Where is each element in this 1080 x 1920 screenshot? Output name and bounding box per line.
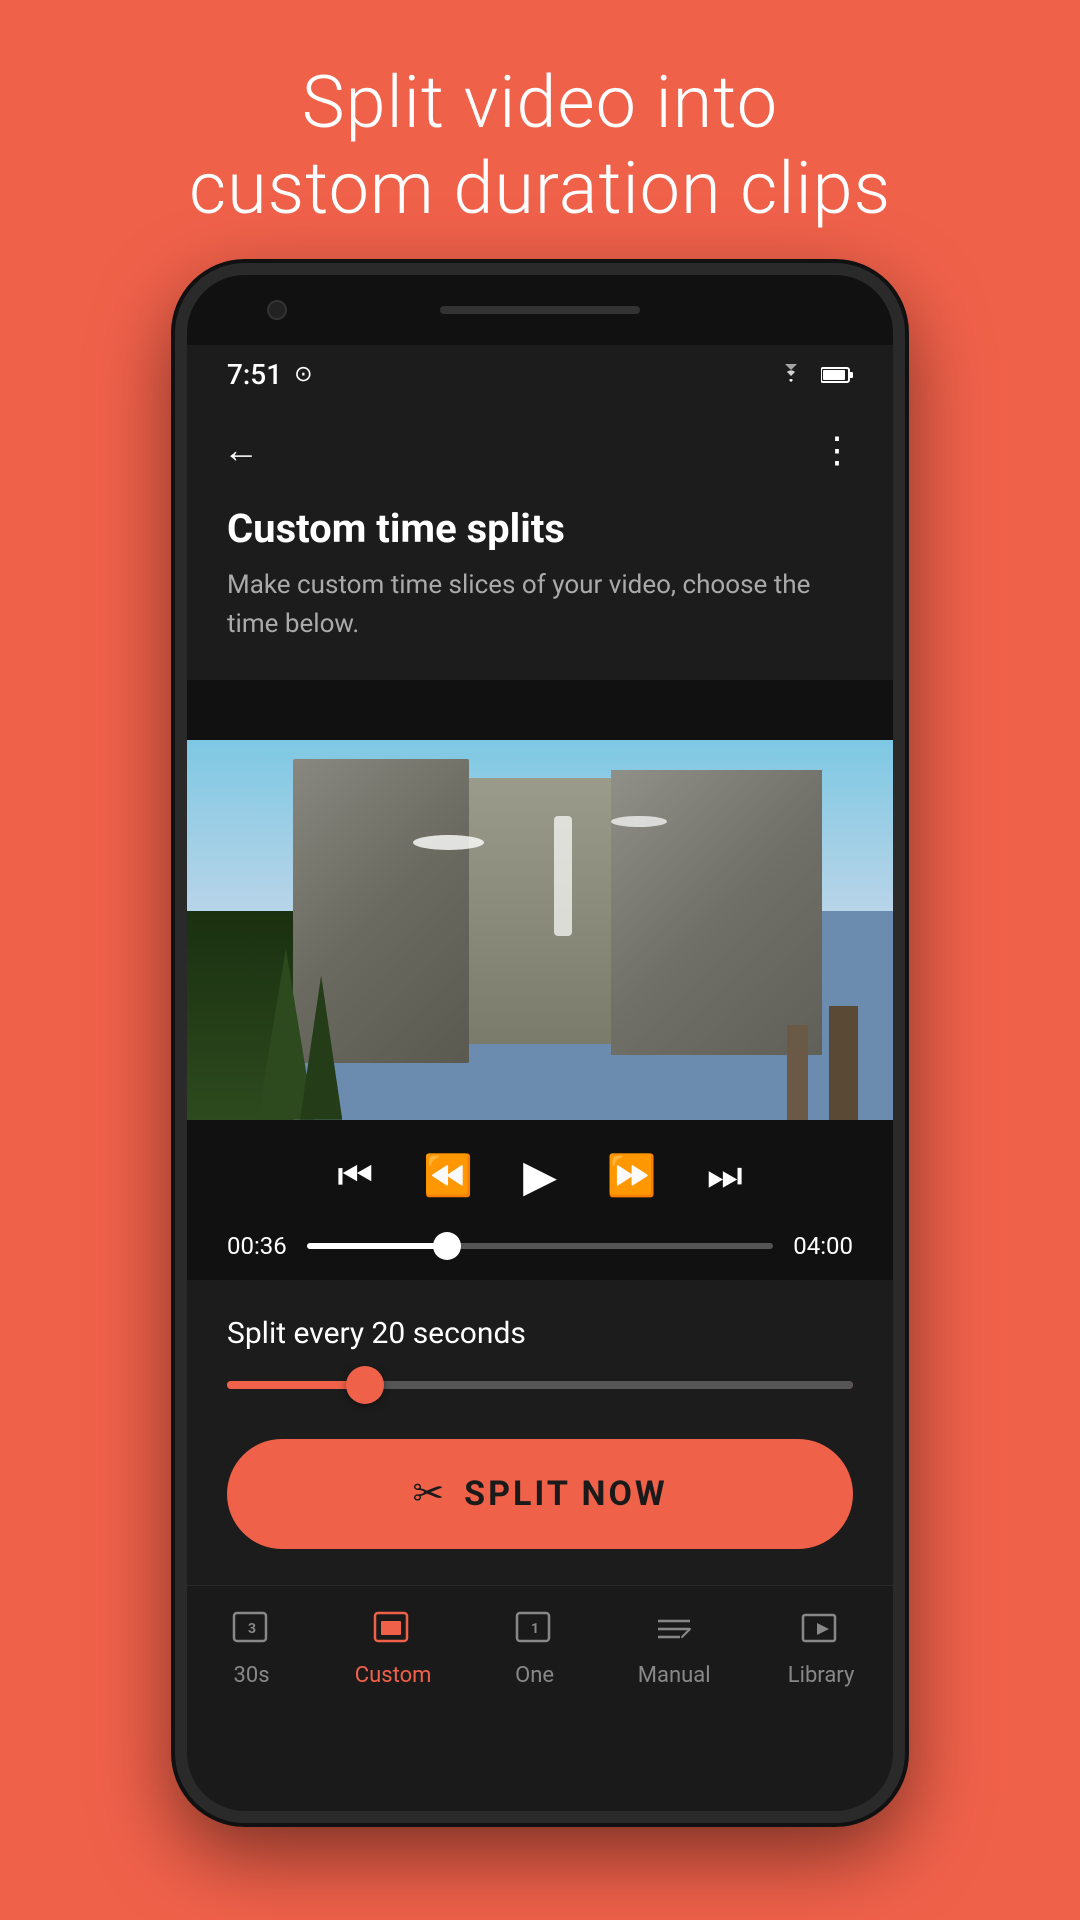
sync-icon: ⊙ xyxy=(294,362,312,387)
nav-icon-one: 1 xyxy=(509,1603,561,1655)
rewind-button[interactable]: ⏪ xyxy=(423,1152,473,1199)
wifi-icon xyxy=(775,364,807,386)
nav-item-manual[interactable]: Manual xyxy=(638,1603,711,1688)
battery-icon xyxy=(821,366,853,384)
split-label: Split every 20 seconds xyxy=(227,1316,853,1351)
video-area: ⏮ ⏪ ▶ ⏩ ⏭ 00:36 04:00 xyxy=(187,680,893,1280)
nav-item-custom[interactable]: Custom xyxy=(355,1603,432,1688)
nav-label-library: Library xyxy=(788,1663,855,1688)
nav-item-30s[interactable]: 3 30s xyxy=(226,1603,278,1688)
split-slider-thumb[interactable] xyxy=(346,1366,384,1404)
bottom-nav: 3 30s Custom 1 One xyxy=(187,1585,893,1715)
seek-progress xyxy=(307,1243,447,1249)
playback-buttons: ⏮ ⏪ ▶ ⏩ ⏭ xyxy=(227,1150,853,1202)
video-controls: ⏮ ⏪ ▶ ⏩ ⏭ 00:36 04:00 xyxy=(187,1120,893,1280)
svg-text:1: 1 xyxy=(531,1621,539,1637)
nav-label-manual: Manual xyxy=(638,1663,711,1688)
current-time: 00:36 xyxy=(227,1232,287,1260)
split-section: Split every 20 seconds ✂ SPLIT NOW xyxy=(187,1280,893,1585)
play-button[interactable]: ▶ xyxy=(523,1150,557,1202)
skip-start-button[interactable]: ⏮ xyxy=(337,1152,373,1199)
page-subtitle: Make custom time slices of your video, c… xyxy=(227,566,853,644)
nav-label-30s: 30s xyxy=(234,1663,270,1688)
nav-label-custom: Custom xyxy=(355,1663,432,1688)
nav-icon-manual xyxy=(648,1603,700,1655)
skip-end-button[interactable]: ⏭ xyxy=(707,1152,743,1199)
phone-notch xyxy=(187,275,893,345)
seek-bar-row: 00:36 04:00 xyxy=(227,1232,853,1260)
nav-icon-custom xyxy=(367,1603,419,1655)
split-now-button[interactable]: ✂ SPLIT NOW xyxy=(227,1439,853,1549)
nav-item-library[interactable]: Library xyxy=(788,1603,855,1688)
scissors-icon: ✂ xyxy=(412,1471,444,1516)
seek-thumb[interactable] xyxy=(433,1232,461,1260)
total-time: 04:00 xyxy=(793,1232,853,1260)
seek-bar[interactable] xyxy=(307,1243,773,1249)
status-time: 7:51 xyxy=(227,358,282,391)
nav-icon-library xyxy=(795,1603,847,1655)
video-padding xyxy=(187,680,893,740)
split-now-label: SPLIT NOW xyxy=(464,1474,668,1514)
back-button[interactable]: ← xyxy=(223,429,259,471)
page-title: Custom time splits xyxy=(227,505,853,552)
front-camera xyxy=(267,300,287,320)
volume-buttons xyxy=(175,575,179,755)
power-button xyxy=(901,675,905,785)
split-slider-track xyxy=(365,1381,853,1389)
phone-shell: 7:51 ⊙ ← ⋮ Custom time splits Make custo… xyxy=(175,263,905,1823)
svg-text:3: 3 xyxy=(248,1621,256,1637)
status-bar: 7:51 ⊙ xyxy=(187,345,893,405)
video-scene xyxy=(187,740,893,1120)
more-options-button[interactable]: ⋮ xyxy=(819,429,857,471)
split-slider[interactable] xyxy=(227,1381,853,1389)
speaker xyxy=(440,306,640,314)
app-bar: ← ⋮ xyxy=(187,405,893,495)
fast-forward-button[interactable]: ⏩ xyxy=(607,1152,657,1199)
nav-item-one[interactable]: 1 One xyxy=(509,1603,561,1688)
video-thumbnail[interactable] xyxy=(187,740,893,1120)
nav-icon-30s: 3 xyxy=(226,1603,278,1655)
nav-label-one: One xyxy=(515,1663,554,1688)
waterfall-element xyxy=(554,816,572,936)
header-section: Custom time splits Make custom time slic… xyxy=(187,495,893,680)
split-slider-fill xyxy=(227,1381,365,1389)
hero-text: Split video into custom duration clips xyxy=(189,60,891,233)
